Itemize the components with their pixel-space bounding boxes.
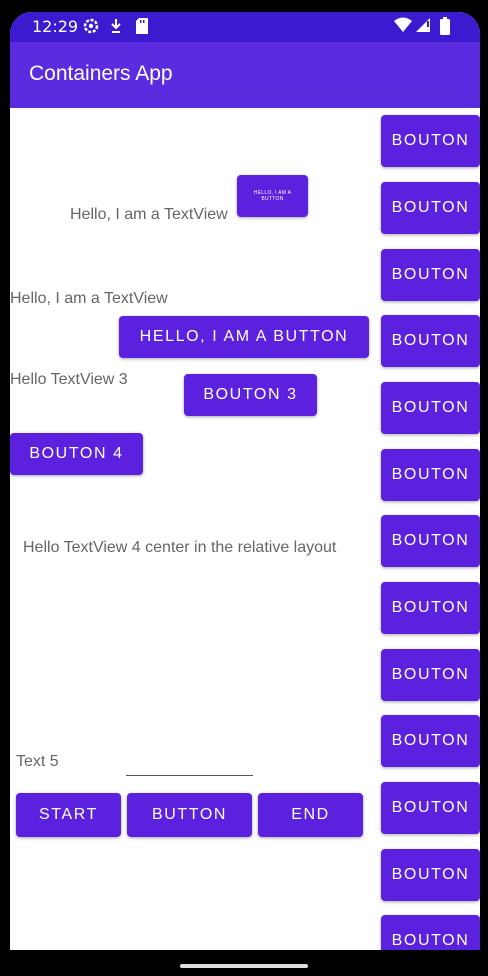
battery-icon bbox=[440, 17, 450, 39]
textview-4-centered: Hello TextView 4 center in the relative … bbox=[23, 539, 337, 556]
status-bar: 12:29 bbox=[10, 12, 480, 42]
side-bouton-button[interactable]: BOUTON bbox=[381, 782, 480, 834]
side-bouton-button[interactable]: BOUTON bbox=[381, 515, 480, 567]
textview-2: Hello, I am a TextView bbox=[10, 290, 168, 307]
navigation-bar bbox=[10, 950, 480, 976]
side-bouton-button[interactable]: BOUTON bbox=[381, 115, 480, 167]
side-bouton-button[interactable]: BOUTON bbox=[381, 249, 480, 301]
status-time: 12:29 bbox=[32, 17, 79, 36]
side-bouton-button[interactable]: BOUTON bbox=[381, 582, 480, 634]
side-bouton-button[interactable]: BOUTON bbox=[381, 649, 480, 701]
edit-text-field[interactable] bbox=[126, 775, 253, 776]
button-button[interactable]: BUTTON bbox=[127, 793, 252, 837]
wifi-icon bbox=[394, 17, 412, 37]
side-bouton-button[interactable]: BOUTON bbox=[381, 382, 480, 434]
bouton-3-button[interactable]: BOUTON 3 bbox=[184, 374, 317, 416]
textview-1: Hello, I am a TextView bbox=[70, 206, 228, 223]
bouton-4-button[interactable]: BOUTON 4 bbox=[10, 433, 143, 475]
side-bouton-button[interactable]: BOUTON bbox=[381, 849, 480, 901]
main-content: Hello, I am a TextView HELLO, I AM A BUT… bbox=[10, 108, 480, 976]
sd-card-icon bbox=[135, 17, 149, 39]
side-bouton-button[interactable]: BOUTON bbox=[381, 315, 480, 367]
app-bar: Containers App bbox=[10, 42, 480, 108]
signal-icon bbox=[415, 17, 431, 37]
text-5-label: Text 5 bbox=[16, 753, 59, 770]
end-button[interactable]: END bbox=[258, 793, 363, 837]
home-gesture-handle[interactable] bbox=[180, 964, 308, 968]
phone-screen: 12:29 Containers App Hello, I am a TextV… bbox=[10, 12, 480, 976]
small-hello-button[interactable]: HELLO, I AM A BUTTON bbox=[237, 175, 308, 217]
settings-gear-icon bbox=[82, 17, 100, 39]
download-icon bbox=[109, 17, 123, 39]
side-bouton-button[interactable]: BOUTON bbox=[381, 715, 480, 767]
start-button[interactable]: START bbox=[16, 793, 121, 837]
side-bouton-button[interactable]: BOUTON bbox=[381, 449, 480, 501]
hello-button[interactable]: HELLO, I AM A BUTTON bbox=[119, 316, 369, 358]
side-bouton-button[interactable]: BOUTON bbox=[381, 182, 480, 234]
textview-3: Hello TextView 3 bbox=[10, 371, 128, 388]
app-title: Containers App bbox=[29, 62, 173, 85]
